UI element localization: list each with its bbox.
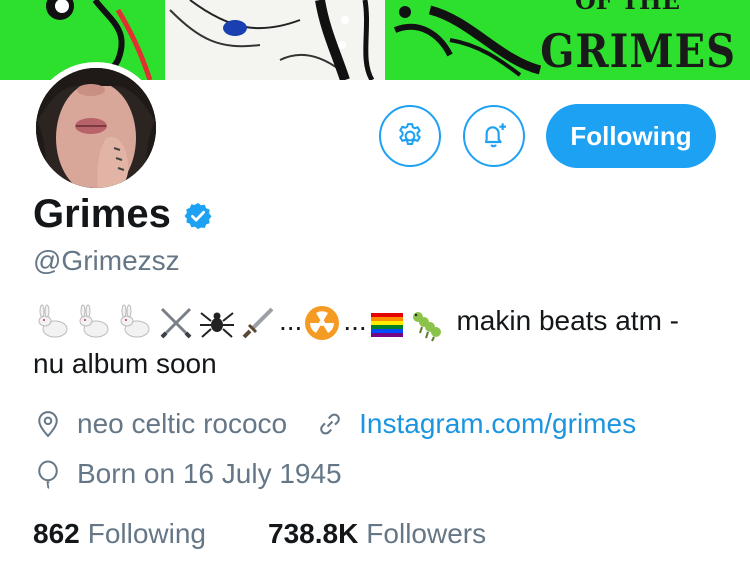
banner-title: GRIMES [540, 24, 736, 79]
gear-icon [399, 123, 421, 145]
bell-plus-icon [484, 123, 506, 148]
profile-bio: ... ... makin beats atm - nu album soon [33, 300, 733, 385]
following-label: Following [87, 518, 206, 549]
following-button[interactable]: Following [546, 104, 716, 168]
followers-stat-link[interactable]: 738.8K Followers [268, 518, 486, 550]
balloon-icon [33, 459, 63, 489]
link-icon [315, 409, 345, 439]
profile-name: Grimes [33, 192, 171, 236]
profile-meta-row: neo celtic rococo Instagram.com/grimes [33, 408, 636, 440]
verified-badge-icon [184, 202, 212, 229]
profile-location: neo celtic rococo [77, 408, 288, 439]
rainbow-flag-emoji-icon [370, 312, 403, 337]
settings-button[interactable] [379, 105, 441, 167]
profile-stats: 862 Following 738.8K Followers [33, 518, 548, 550]
spider-emoji-icon [200, 311, 234, 338]
rabbit-emoji-icon [38, 304, 68, 338]
profile-birthday: Born on 16 July 1945 [77, 458, 342, 489]
rabbit-emoji-icon [120, 304, 150, 338]
bio-ellipsis: ... [343, 305, 367, 336]
profile-avatar[interactable] [30, 62, 162, 194]
profile-name-row: Grimes [33, 192, 213, 237]
bio-emoji-row [33, 303, 279, 343]
bio-text-line-1: makin beats atm - [456, 305, 679, 336]
rabbit-emoji-icon [79, 304, 109, 338]
avatar-photo [36, 68, 156, 188]
banner-subtitle: OF THE [574, 0, 680, 15]
bug-emoji-icon [412, 311, 441, 342]
following-stat-link[interactable]: 862 Following [33, 518, 206, 550]
notifications-button[interactable] [463, 105, 525, 167]
bio-ellipsis: ... [279, 305, 303, 336]
radioactive-emoji-icon [305, 305, 340, 340]
dagger-emoji-icon [242, 307, 274, 339]
profile-handle: @Grimezsz [33, 245, 180, 276]
followers-label: Followers [366, 518, 487, 549]
profile-website-link[interactable]: Instagram.com/grimes [359, 408, 636, 440]
following-count: 862 [33, 518, 80, 549]
profile-birthday-row: Born on 16 July 1945 [33, 458, 342, 490]
crossed-swords-emoji-icon [160, 307, 192, 339]
bio-text-line-2: nu album soon [33, 347, 217, 379]
followers-count: 738.8K [268, 518, 359, 549]
location-pin-icon [33, 409, 63, 439]
